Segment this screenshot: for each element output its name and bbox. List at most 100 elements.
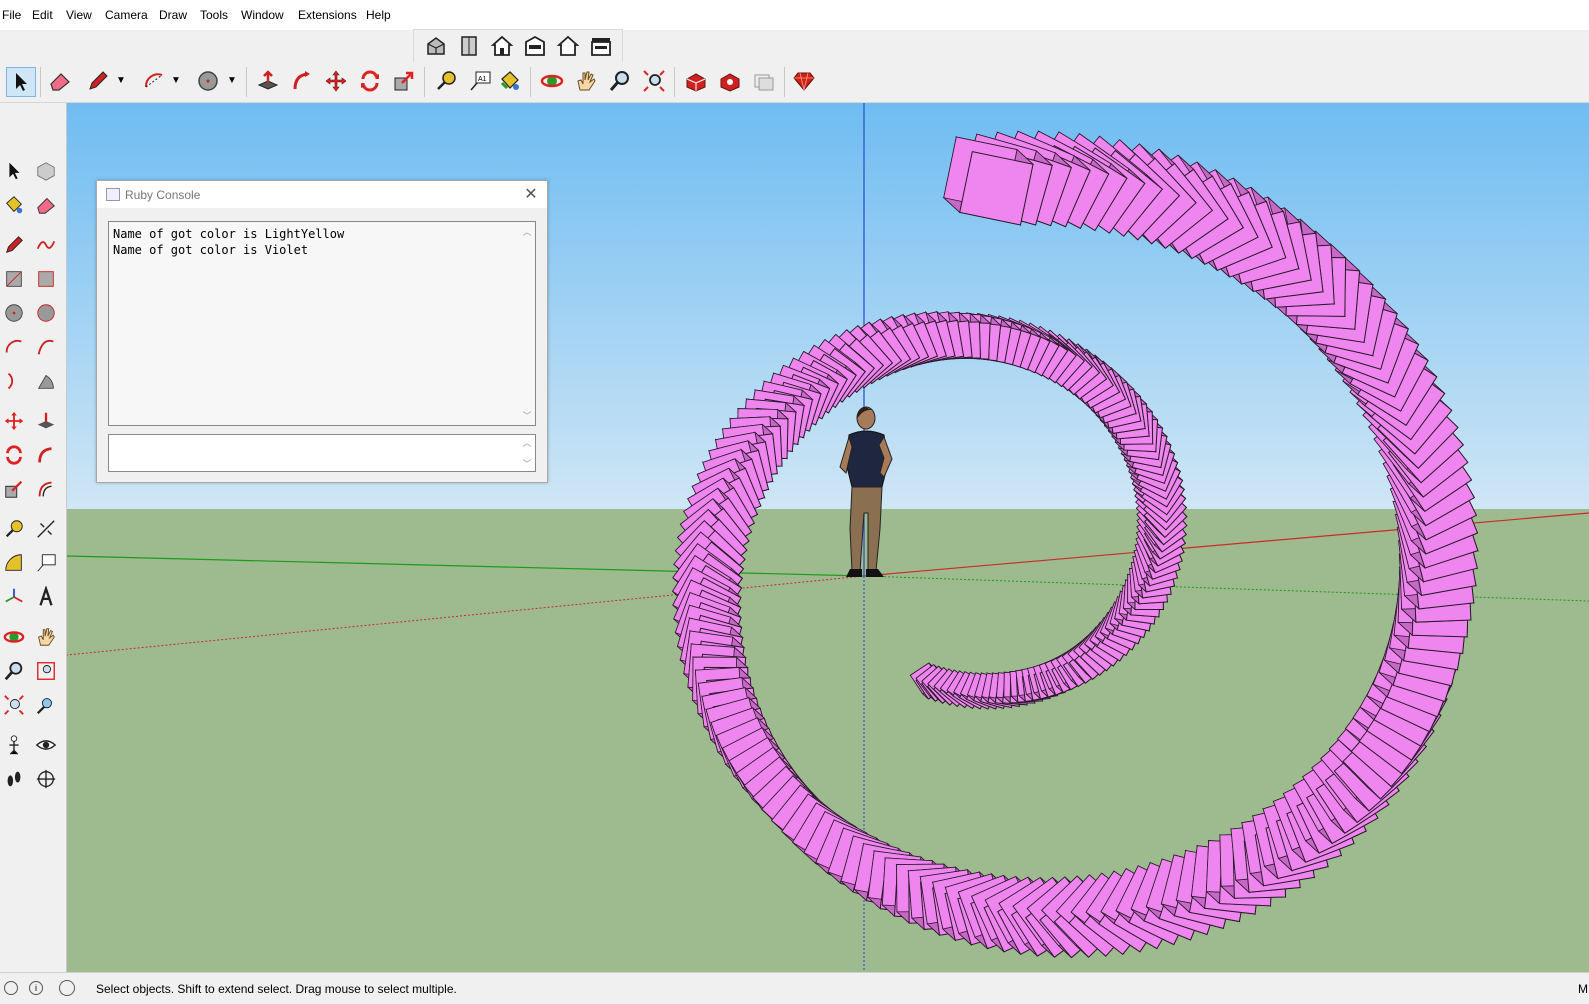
dimension-icon: [37, 520, 55, 538]
menu-window[interactable]: Window: [241, 8, 284, 22]
side-offset-button[interactable]: [32, 475, 60, 503]
line-dropdown-icon[interactable]: ▼: [116, 75, 126, 86]
pencil-icon: [89, 71, 108, 90]
side-look-around-button[interactable]: [32, 731, 60, 759]
ruby-console-input[interactable]: ︿ ﹀: [108, 434, 536, 472]
side-zoom-extents-button[interactable]: [0, 691, 28, 719]
ruby-console-titlebar[interactable]: Ruby Console ✕: [97, 181, 547, 208]
tape-measure-icon: [437, 71, 456, 90]
side-move-button[interactable]: [0, 407, 28, 435]
side-2pt-arc-button[interactable]: [32, 333, 60, 361]
eraser-tool-button[interactable]: [46, 67, 74, 95]
side-line-button[interactable]: [0, 231, 28, 259]
warehouse-icon: [686, 73, 706, 92]
push-pull-tool-button[interactable]: [254, 67, 282, 95]
side-eraser-button[interactable]: [32, 191, 60, 219]
arc-tool-button[interactable]: [140, 67, 168, 95]
select-tool-button[interactable]: [6, 67, 36, 97]
move-tool-button[interactable]: [322, 67, 350, 95]
menu-extensions[interactable]: Extensions: [298, 8, 357, 22]
side-select-button[interactable]: [0, 157, 28, 185]
console-output-line: Name of got color is Violet: [113, 243, 309, 257]
menu-draw[interactable]: Draw: [159, 8, 187, 22]
side-text-button[interactable]: [32, 549, 60, 577]
geolocation-icon[interactable]: [4, 981, 18, 995]
side-walk-button[interactable]: [0, 765, 28, 793]
side-tape-measure-button[interactable]: [0, 515, 28, 543]
menu-edit[interactable]: Edit: [32, 8, 53, 22]
zoom-extents-tool-button[interactable]: [640, 67, 668, 95]
3d-warehouse-button[interactable]: [682, 67, 710, 95]
close-icon[interactable]: ✕: [523, 184, 539, 204]
orbit-icon: [3, 631, 25, 643]
3d-text-icon: [39, 586, 53, 606]
circle-icon: [5, 304, 23, 322]
side-paint-button[interactable]: [0, 191, 28, 219]
console-output-line: Name of got color is LightYellow: [113, 227, 345, 241]
orbit-tool-button[interactable]: [538, 67, 566, 95]
pan-tool-button[interactable]: [572, 67, 600, 95]
text-tool-button[interactable]: A1: [466, 67, 494, 95]
back-view-button[interactable]: [554, 32, 582, 60]
scroll-up-icon[interactable]: ︿: [521, 225, 533, 238]
zoom-tool-button[interactable]: [606, 67, 634, 95]
side-component-button[interactable]: [32, 157, 60, 185]
side-orbit-button[interactable]: [0, 623, 28, 651]
side-circle-button[interactable]: [0, 299, 28, 327]
extension-warehouse-button[interactable]: [716, 67, 744, 95]
ruby-console-output[interactable]: Name of got color is LightYellow Name of…: [108, 221, 536, 426]
side-protractor-button[interactable]: [0, 549, 28, 577]
user-icon[interactable]: [59, 980, 75, 996]
ruby-console-button[interactable]: [790, 67, 818, 95]
rotate-tool-button[interactable]: [356, 67, 384, 95]
left-view-button[interactable]: [587, 32, 615, 60]
info-icon[interactable]: i: [29, 981, 43, 995]
circle-tool-button[interactable]: [194, 67, 222, 95]
side-arc-button[interactable]: [0, 333, 28, 361]
side-3pt-arc-button[interactable]: [0, 367, 28, 395]
tape-measure-tool-button[interactable]: [432, 67, 460, 95]
menu-camera[interactable]: Camera: [105, 8, 148, 22]
front-view-button[interactable]: [488, 32, 516, 60]
scroll-down-icon[interactable]: ﹀: [521, 409, 533, 422]
circle-dropdown-icon[interactable]: ▼: [227, 75, 237, 86]
right-view-button[interactable]: [521, 32, 549, 60]
menu-view[interactable]: View: [66, 8, 92, 22]
side-scale-button[interactable]: [0, 475, 28, 503]
side-polygon-button[interactable]: [32, 299, 60, 327]
front-view-icon: [490, 35, 514, 56]
scroll-up-icon[interactable]: ︿: [521, 436, 533, 449]
side-zoom-window-button[interactable]: [32, 657, 60, 685]
side-rotated-rectangle-button[interactable]: [32, 265, 60, 293]
side-pie-button[interactable]: [32, 367, 60, 395]
scroll-down-icon[interactable]: ﹀: [521, 457, 533, 470]
side-rectangle-button[interactable]: [0, 265, 28, 293]
position-camera-icon: [9, 735, 19, 755]
svg-text:A1: A1: [478, 76, 487, 83]
side-previous-view-button[interactable]: [32, 691, 60, 719]
side-section-plane-button[interactable]: [32, 765, 60, 793]
menu-file[interactable]: File: [2, 8, 21, 22]
side-rotate-button[interactable]: [0, 441, 28, 469]
side-follow-me-button[interactable]: [32, 441, 60, 469]
side-freehand-button[interactable]: [32, 231, 60, 259]
send-to-layout-button[interactable]: [750, 67, 778, 95]
paint-bucket-tool-button[interactable]: [496, 67, 524, 95]
scale-tool-button[interactable]: [390, 67, 418, 95]
side-zoom-button[interactable]: [0, 657, 28, 685]
menu-help[interactable]: Help: [366, 8, 391, 22]
side-dimension-button[interactable]: [32, 515, 60, 543]
side-3d-text-button[interactable]: [32, 583, 60, 611]
arc-dropdown-icon[interactable]: ▼: [171, 75, 181, 86]
right-view-icon: [525, 35, 545, 56]
line-tool-button[interactable]: [84, 67, 112, 95]
side-push-pull-button[interactable]: [32, 407, 60, 435]
side-axes-button[interactable]: [0, 583, 28, 611]
top-view-button[interactable]: [455, 32, 483, 60]
ruby-console-window[interactable]: Ruby Console ✕ Name of got color is Ligh…: [96, 180, 548, 483]
side-pan-button[interactable]: [32, 623, 60, 651]
iso-view-button[interactable]: [422, 32, 450, 60]
menu-tools[interactable]: Tools: [200, 8, 228, 22]
follow-me-tool-button[interactable]: [288, 67, 316, 95]
side-position-camera-button[interactable]: [0, 731, 28, 759]
